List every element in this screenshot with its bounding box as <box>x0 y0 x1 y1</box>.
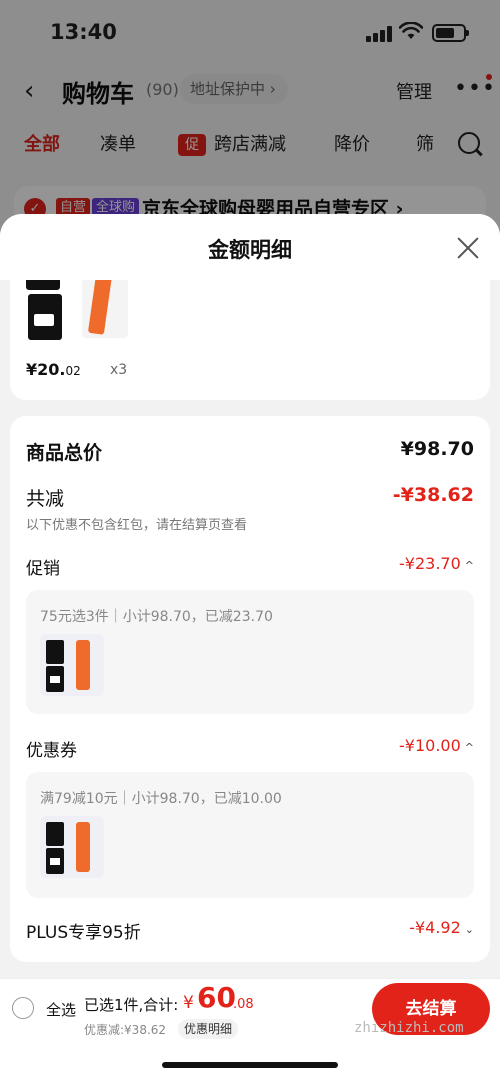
selected-summary: 已选1件,合计: <box>84 996 179 1014</box>
home-indicator[interactable] <box>162 1062 338 1068</box>
coupon-product-thumbnail[interactable] <box>40 816 104 878</box>
close-icon[interactable] <box>456 236 480 260</box>
coupon-description: 满79减10元｜小计98.70，已减10.00 <box>40 791 282 807</box>
reduce-note: 以下优惠不包含红包，请在结算页查看 <box>26 518 248 533</box>
plus-label: PLUS专享95折 <box>26 923 141 943</box>
chevron-down-icon[interactable]: ⌄ <box>465 923 474 936</box>
promo-detail-box: 75元选3件｜小计98.70，已减23.70 <box>26 590 474 714</box>
total-amount-dec: .08 <box>233 997 254 1012</box>
product-quantity: x3 <box>110 362 128 378</box>
coupon-value: -¥10.00 ^ <box>399 736 474 755</box>
reduce-value: -¥38.62 <box>392 484 474 506</box>
coupon-amount: -¥10.00 <box>399 736 461 755</box>
total-label: 商品总价 <box>26 442 103 464</box>
plus-value: -¥4.92 ⌄ <box>409 918 474 937</box>
coupon-label: 优惠券 <box>26 741 77 761</box>
promo-amount: -¥23.70 <box>399 554 461 573</box>
discount-summary: 优惠减:¥38.62 <box>84 1023 167 1037</box>
discount-detail-button[interactable]: 优惠明细 <box>178 1019 239 1039</box>
plus-amount: -¥4.92 <box>409 918 461 937</box>
product-price-int: ¥20. <box>26 360 66 379</box>
select-all-label[interactable]: 全选 <box>46 999 76 1020</box>
price-breakdown-card: 商品总价 ¥98.70 共减 -¥38.62 以下优惠不包含红包，请在结算页查看… <box>10 416 490 962</box>
sheet-title: 金额明细 <box>208 238 292 262</box>
total-value: ¥98.70 <box>400 438 474 460</box>
promo-description: 75元选3件｜小计98.70，已减23.70 <box>40 609 273 625</box>
chevron-up-icon[interactable]: ^ <box>465 741 474 754</box>
coupon-detail-box: 满79减10元｜小计98.70，已减10.00 <box>26 772 474 898</box>
watermark: zhizhizhi.com <box>354 1020 464 1036</box>
select-all-radio[interactable] <box>12 997 34 1019</box>
amount-detail-sheet: 金额明细 ¥20.02 x3 商品总价 ¥98.70 共减 -¥38.62 以下… <box>0 214 500 1082</box>
sheet-header: 金额明细 <box>0 214 500 280</box>
total-currency: ¥ <box>183 993 194 1013</box>
reduce-label: 共减 <box>26 488 65 510</box>
promo-value: -¥23.70 ^ <box>399 554 474 573</box>
product-price: ¥20.02 <box>26 360 81 379</box>
product-card: ¥20.02 x3 <box>10 280 490 400</box>
promo-product-thumbnail[interactable] <box>40 634 104 696</box>
chevron-up-icon[interactable]: ^ <box>465 559 474 572</box>
product-price-dec: 02 <box>65 364 81 378</box>
promo-label: 促销 <box>26 559 60 579</box>
product-thumbnail[interactable] <box>26 280 136 344</box>
total-amount-int: 60 <box>197 981 236 1014</box>
